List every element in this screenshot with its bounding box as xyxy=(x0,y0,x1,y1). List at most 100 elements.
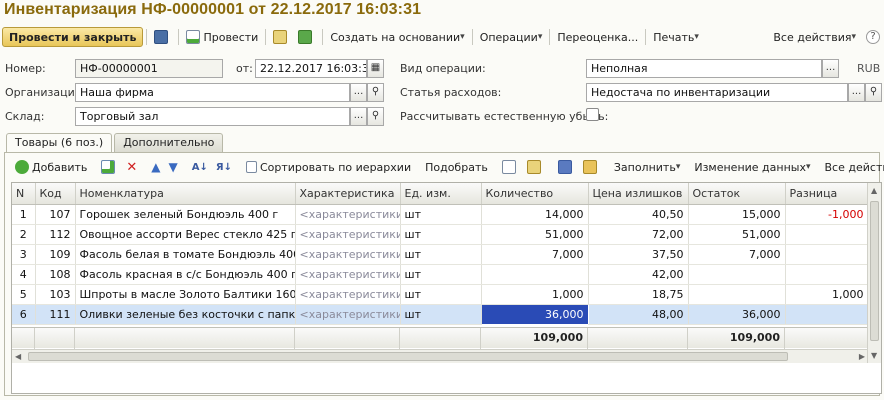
cell-characteristic[interactable]: <характеристики... xyxy=(295,264,401,285)
cell-unit[interactable]: шт xyxy=(400,304,482,325)
cell-nomenclature[interactable]: Овощное ассорти Верес стекло 425 г xyxy=(75,224,296,245)
col-header-quantity[interactable]: Количество xyxy=(481,183,589,205)
cell-unit[interactable]: шт xyxy=(400,224,482,245)
cell-characteristic[interactable]: <характеристики... xyxy=(295,244,401,265)
expense-item-field[interactable]: Недостача по инвентаризации xyxy=(586,83,848,102)
tab-goods[interactable]: Товары (6 поз.) xyxy=(6,133,113,153)
scroll-left-icon[interactable]: ◀ xyxy=(15,352,21,361)
post-and-close-button[interactable]: Провести и закрыть xyxy=(2,27,144,47)
export-button[interactable] xyxy=(554,157,579,177)
expense-item-search-icon[interactable]: ⚲ xyxy=(865,83,882,102)
table-row[interactable]: 5 103 Шпроты в масле Золото Балтики 160 … xyxy=(12,284,869,305)
cell-nomenclature[interactable]: Фасоль белая в томате Бондюэль 400 г xyxy=(75,244,296,265)
cell-unit[interactable]: шт xyxy=(400,264,482,285)
expense-item-select-button[interactable]: ... xyxy=(848,83,865,102)
cell-quantity[interactable]: 51,000 xyxy=(481,224,589,245)
natural-loss-checkbox[interactable] xyxy=(586,108,599,121)
horizontal-scroll-thumb[interactable] xyxy=(28,352,788,361)
cell-characteristic[interactable]: <характеристики... xyxy=(295,284,401,305)
cell-quantity[interactable]: 7,000 xyxy=(481,244,589,265)
cell-unit[interactable]: шт xyxy=(400,244,482,265)
cell-difference: 1,000 xyxy=(785,284,869,305)
table-all-actions-menu[interactable]: Все действия xyxy=(821,157,884,177)
cell-quantity[interactable] xyxy=(481,264,589,285)
warehouse-select-button[interactable]: ... xyxy=(350,107,367,126)
sort-ascending-button[interactable]: A↓ xyxy=(188,157,212,177)
number-field[interactable]: НФ-00000001 xyxy=(75,59,223,78)
operation-kind-field[interactable]: Неполная xyxy=(586,59,822,78)
operations-menu[interactable]: Операции xyxy=(476,27,547,47)
help-icon[interactable]: ? xyxy=(866,30,880,44)
warehouse-field[interactable]: Торговый зал xyxy=(75,107,350,126)
all-actions-menu[interactable]: Все действия xyxy=(769,27,860,47)
cell-surplus-price[interactable]: 42,00 xyxy=(588,264,689,285)
change-data-menu[interactable]: Изменение данных xyxy=(690,157,814,177)
copy-row-button[interactable] xyxy=(97,157,122,177)
post-button[interactable]: Провести xyxy=(182,27,262,47)
sort-hierarchy-button[interactable]: Сортировать по иерархии xyxy=(242,157,415,177)
organization-label: Организация: xyxy=(5,86,86,99)
cell-characteristic[interactable]: <характеристики... xyxy=(295,224,401,245)
calendar-icon[interactable]: ▦ xyxy=(367,59,384,78)
cell-nomenclature[interactable]: Шпроты в масле Золото Балтики 160 г xyxy=(75,284,296,305)
table-row[interactable]: 4 108 Фасоль красная в с/с Бондюэль 400 … xyxy=(12,264,869,285)
cell-surplus-price[interactable]: 40,50 xyxy=(588,204,689,225)
cell-unit[interactable]: шт xyxy=(400,284,482,305)
col-header-balance[interactable]: Остаток xyxy=(688,183,786,205)
col-header-characteristic[interactable]: Характеристика xyxy=(295,183,401,205)
cell-surplus-price[interactable]: 48,00 xyxy=(588,304,689,325)
sort-descending-button[interactable]: Я↓ xyxy=(212,157,236,177)
create-based-on-menu[interactable]: Создать на основании xyxy=(326,27,468,47)
scroll-up-icon[interactable]: ▲ xyxy=(871,186,877,195)
organization-select-button[interactable]: ... xyxy=(350,83,367,102)
cell-balance xyxy=(688,264,786,285)
horizontal-scrollbar[interactable]: ◀ ▶ xyxy=(12,349,868,363)
delete-row-button[interactable]: ✕ xyxy=(122,157,141,177)
organization-field[interactable]: Наша фирма xyxy=(75,83,350,102)
save-button[interactable] xyxy=(150,27,175,47)
copy-button[interactable] xyxy=(498,157,523,177)
cell-nomenclature[interactable]: Оливки зеленые без косточки с папки... xyxy=(75,304,296,325)
vertical-scroll-thumb[interactable] xyxy=(870,201,879,341)
table-row[interactable]: 3 109 Фасоль белая в томате Бондюэль 400… xyxy=(12,244,869,265)
col-header-code[interactable]: Код xyxy=(35,183,76,205)
move-up-button[interactable]: ▲ xyxy=(147,157,164,177)
pick-button[interactable]: Подобрать xyxy=(421,157,492,177)
organization-search-icon[interactable]: ⚲ xyxy=(367,83,384,102)
warehouse-search-icon[interactable]: ⚲ xyxy=(367,107,384,126)
cell-unit[interactable]: шт xyxy=(400,204,482,225)
cell-nomenclature[interactable]: Горошек зеленый Бондюэль 400 г xyxy=(75,204,296,225)
scroll-down-icon[interactable]: ▼ xyxy=(871,351,877,360)
fill-menu[interactable]: Заполнить xyxy=(610,157,685,177)
cell-quantity-focused[interactable]: 36,000 xyxy=(480,303,589,325)
cell-characteristic[interactable]: <характеристики... xyxy=(295,304,401,325)
cell-surplus-price[interactable]: 18,75 xyxy=(588,284,689,305)
download-button[interactable] xyxy=(294,27,319,47)
print-menu[interactable]: Печать xyxy=(649,27,703,47)
import-button[interactable] xyxy=(579,157,604,177)
cell-surplus-price[interactable]: 72,00 xyxy=(588,224,689,245)
col-header-difference[interactable]: Разница xyxy=(785,183,869,205)
table-row[interactable]: 2 112 Овощное ассорти Верес стекло 425 г… xyxy=(12,224,869,245)
tab-additional[interactable]: Дополнительно xyxy=(114,133,224,152)
col-header-unit[interactable]: Ед. изм. xyxy=(400,183,482,205)
col-header-nomenclature[interactable]: Номенклатура xyxy=(75,183,296,205)
operation-kind-select-button[interactable]: ... xyxy=(822,59,839,78)
col-header-surplus-price[interactable]: Цена излишков xyxy=(588,183,689,205)
cell-quantity[interactable]: 1,000 xyxy=(481,284,589,305)
clipboard-button[interactable] xyxy=(269,27,294,47)
cell-characteristic[interactable]: <характеристики... xyxy=(295,204,401,225)
cell-surplus-price[interactable]: 37,50 xyxy=(588,244,689,265)
revaluation-button[interactable]: Переоценка... xyxy=(553,27,642,47)
col-header-n[interactable]: N xyxy=(12,183,36,205)
scroll-right-icon[interactable]: ▶ xyxy=(859,352,865,361)
table-row[interactable]: 1 107 Горошек зеленый Бондюэль 400 г <ха… xyxy=(12,204,869,225)
add-row-button[interactable]: Добавить xyxy=(11,157,91,177)
cell-nomenclature[interactable]: Фасоль красная в с/с Бондюэль 400 г xyxy=(75,264,296,285)
vertical-scrollbar[interactable]: ▲ ▼ xyxy=(867,183,881,363)
cell-quantity[interactable]: 14,000 xyxy=(481,204,589,225)
date-field[interactable]: 22.12.2017 16:03:31 xyxy=(255,59,367,78)
paste-button[interactable] xyxy=(523,157,548,177)
table-row-selected[interactable]: 6 111 Оливки зеленые без косточки с папк… xyxy=(12,303,869,325)
move-down-button[interactable]: ▼ xyxy=(165,157,182,177)
